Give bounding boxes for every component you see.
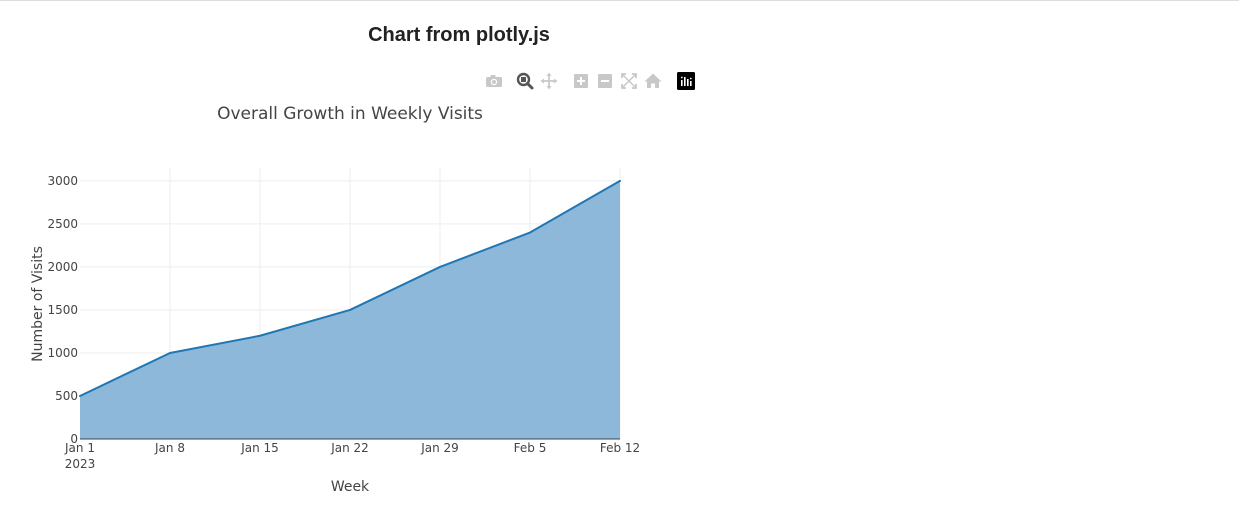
x-tick-label: Feb 12 [600,441,640,455]
data-point [619,179,621,182]
data-point [349,308,351,311]
zoom-out-button[interactable] [595,71,615,91]
x-tick-label: Jan 29 [420,441,459,455]
chart-title: Overall Growth in Weekly Visits [217,104,483,124]
pan-icon [540,72,558,90]
modebar [484,71,698,91]
data-point [259,334,261,337]
plotly-logo-button[interactable] [676,71,696,91]
y-tick-label: 3000 [47,174,78,188]
x-tick-label: Jan 8 [154,441,185,455]
autoscale-icon [621,73,637,89]
autoscale-button[interactable] [619,71,639,91]
y-tick-label: 1500 [47,303,78,317]
pan-button[interactable] [539,71,559,91]
data-point [439,265,441,268]
y-tick-label: 2500 [47,217,78,231]
zoom-icon [516,72,534,90]
zoom-out-icon [598,74,612,88]
data-point [169,351,171,354]
zoom-in-button[interactable] [571,71,591,91]
reset-axes-button[interactable] [643,71,663,91]
zoom-button[interactable] [515,71,535,91]
camera-button[interactable] [484,71,504,91]
zoom-in-icon [574,74,588,88]
x-tick-label: Jan 15 [240,441,279,455]
plotly-logo-icon [677,72,695,90]
x-tick-label: Jan 22 [330,441,369,455]
y-axis-title: Number of Visits [30,246,46,362]
data-point [529,231,531,234]
x-year-label: 2023 [65,457,96,471]
x-tick-label: Jan 1 [64,441,95,455]
x-tick-label: Feb 5 [514,441,547,455]
y-tick-label: 500 [55,389,78,403]
y-tick-label: 2000 [47,260,78,274]
y-tick-label: 1000 [47,346,78,360]
data-point [79,394,81,397]
camera-icon [486,75,502,87]
home-icon [644,73,662,88]
x-axis-title: Week [331,479,370,495]
